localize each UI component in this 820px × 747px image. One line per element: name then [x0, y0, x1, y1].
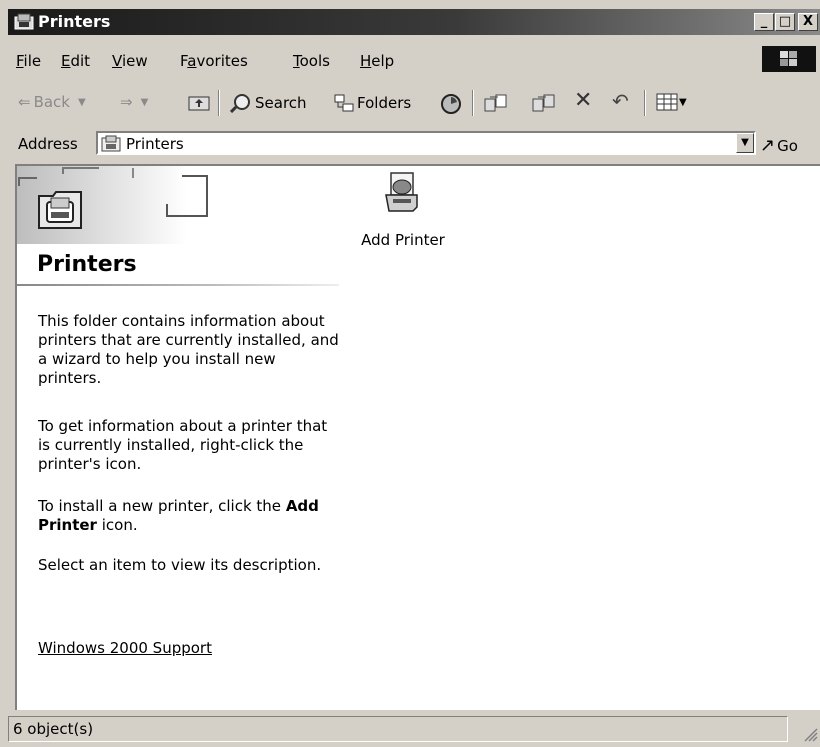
undo-icon: ↶ [612, 89, 629, 113]
toolbar-separator [472, 90, 474, 116]
search-button[interactable]: Search [230, 93, 307, 113]
address-input[interactable]: Printers ▼ [96, 131, 756, 155]
back-label: Back [33, 93, 70, 111]
toolbar-separator [218, 90, 220, 116]
forward-dropdown-icon: ▼ [140, 96, 149, 108]
move-to-button[interactable] [484, 93, 508, 113]
copy-to-icon [532, 94, 555, 112]
close-button[interactable]: X [798, 13, 818, 31]
maximize-button[interactable]: □ [775, 13, 795, 31]
menu-favorites-label: Favorites [180, 52, 248, 70]
add-printer-icon [385, 172, 418, 212]
windows-logo-throbber [762, 46, 816, 72]
address-label: Address [18, 135, 78, 153]
search-icon [230, 94, 250, 113]
windows-support-link[interactable]: Windows 2000 Support [38, 639, 212, 657]
panel-description-3: To install a new printer, click the Add … [38, 497, 343, 535]
panel-description-3-post: icon. [96, 516, 138, 534]
chevron-down-icon: ▼ [741, 137, 749, 148]
copy-to-button[interactable] [532, 93, 556, 113]
menu-bar: File Edit View Favorites Tools Help [8, 44, 820, 74]
undo-button[interactable]: ↶ [612, 89, 629, 113]
go-label: Go [777, 136, 798, 155]
go-arrow-icon: ↗ [760, 135, 776, 156]
views-button[interactable]: ▼ [656, 93, 687, 111]
menu-view-label: View [112, 52, 148, 70]
go-button[interactable]: ↗ Go [760, 135, 798, 156]
views-grid-icon [656, 93, 678, 111]
folder-view: Printers This folder contains informatio… [15, 164, 820, 710]
menu-view[interactable]: View [112, 52, 148, 70]
back-button[interactable]: ⇐ Back ▼ [18, 93, 86, 111]
printer-folder-icon [101, 135, 121, 152]
printer-folder-icon [14, 13, 34, 30]
menu-file[interactable]: File [16, 52, 41, 70]
standard-toolbar: ⇐ Back ▼ ⇒ ▼ Search Folders ✕ ↶ ▼ [8, 84, 820, 122]
folders-button[interactable]: Folders [334, 93, 411, 113]
forward-arrow-icon: ⇒ [120, 93, 133, 111]
move-to-icon [484, 94, 507, 112]
menu-help[interactable]: Help [360, 52, 394, 70]
status-text: 6 object(s) [8, 716, 788, 742]
address-dropdown-button[interactable]: ▼ [736, 133, 754, 153]
panel-description-2: To get information about a printer that … [38, 417, 328, 473]
add-printer-item[interactable]: Add Printer [353, 171, 453, 249]
panel-description-1: This folder contains information about p… [38, 312, 339, 387]
back-arrow-icon: ⇐ [18, 93, 31, 111]
panel-divider [17, 284, 339, 286]
printer-folder-large-icon [38, 191, 82, 229]
folders-label: Folders [357, 94, 412, 112]
menu-help-label: Help [360, 52, 395, 70]
history-icon [441, 94, 461, 114]
folder-up-icon [188, 96, 210, 111]
panel-description-4: Select an item to view its description. [38, 556, 322, 574]
menu-tools-label: Tools [293, 52, 330, 70]
address-value: Printers [126, 135, 184, 153]
views-dropdown-icon: ▼ [679, 96, 687, 108]
add-printer-label: Add Printer [361, 231, 445, 249]
search-label: Search [255, 94, 307, 112]
back-dropdown-icon: ▼ [78, 96, 86, 108]
menu-tools[interactable]: Tools [293, 52, 330, 70]
window-title: Printers [38, 12, 111, 31]
up-button[interactable] [188, 93, 210, 111]
explorer-window: Printers _ □ X File Edit View Favorites … [0, 0, 820, 747]
delete-x-icon: ✕ [574, 88, 593, 113]
menu-file-label: File [16, 52, 42, 70]
forward-button[interactable]: ⇒ ▼ [120, 93, 148, 111]
panel-description-3-pre: To install a new printer, click the [38, 497, 286, 515]
toolbar-separator [644, 90, 646, 116]
panel-title: Printers [37, 252, 137, 277]
history-button[interactable] [440, 93, 462, 115]
folders-tree-icon [334, 94, 354, 112]
address-bar: Address Printers ▼ ↗ Go [8, 128, 820, 160]
delete-button[interactable]: ✕ [574, 88, 592, 113]
minimize-button[interactable]: _ [754, 13, 774, 31]
menu-edit-label: Edit [61, 52, 91, 70]
menu-favorites[interactable]: Favorites [180, 52, 248, 70]
status-bar: 6 object(s) [8, 716, 820, 744]
title-bar[interactable]: Printers _ □ X [8, 9, 820, 35]
windows-flag-icon [780, 51, 797, 66]
menu-edit[interactable]: Edit [61, 52, 90, 70]
resize-grip-icon[interactable] [804, 728, 818, 742]
